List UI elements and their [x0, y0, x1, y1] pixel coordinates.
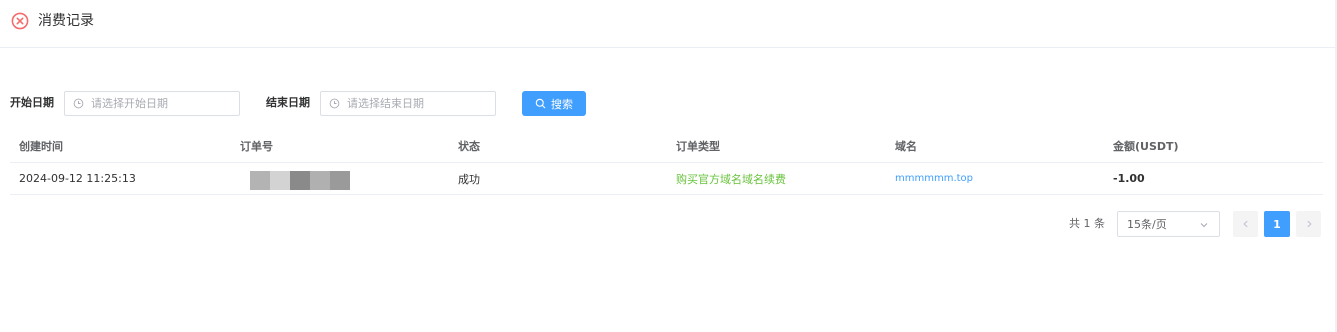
clock-icon [73, 98, 84, 109]
records-table: 创建时间 订单号 状态 订单类型 域名 金额(USDT) 2024-09-12 … [10, 130, 1323, 195]
column-header-order-no[interactable]: 订单号 [240, 130, 273, 162]
page-size-value: 15条/页 [1127, 218, 1167, 231]
domain-link[interactable]: mmmmmm.top [895, 163, 973, 194]
close-circle-icon[interactable] [11, 12, 29, 30]
search-button-label: 搜索 [551, 97, 573, 111]
chevron-right-icon [1306, 220, 1312, 228]
search-button[interactable]: 搜索 [522, 91, 586, 116]
column-header-status[interactable]: 状态 [458, 130, 480, 162]
created-at-cell: 2024-09-12 11:25:13 [19, 172, 136, 185]
table-row: 2024-09-12 11:25:13 成功 购买官方域名域名续费 mmmmmm… [10, 163, 1323, 195]
start-date-label: 开始日期 [10, 96, 54, 109]
status-cell: 成功 [458, 172, 480, 186]
page-number-1[interactable]: 1 [1264, 211, 1290, 237]
column-header-domain[interactable]: 域名 [895, 130, 917, 162]
end-date-picker[interactable] [320, 91, 496, 116]
chevron-left-icon [1242, 220, 1248, 228]
table-header: 创建时间 订单号 状态 订单类型 域名 金额(USDT) [10, 130, 1323, 163]
page-header: 消费记录 [0, 0, 1337, 48]
clock-icon [329, 98, 340, 109]
column-header-amount[interactable]: 金额(USDT) [1113, 130, 1179, 162]
start-date-picker[interactable] [64, 91, 240, 116]
amount-cell: -1.00 [1113, 172, 1145, 185]
column-header-order-type[interactable]: 订单类型 [676, 130, 720, 162]
chevron-down-icon [1200, 223, 1208, 228]
page-title: 消费记录 [38, 13, 94, 29]
column-header-created-at[interactable]: 创建时间 [19, 130, 63, 162]
prev-page-button[interactable] [1233, 211, 1258, 237]
end-date-input[interactable] [347, 97, 487, 110]
start-date-input[interactable] [91, 97, 231, 110]
search-icon [535, 98, 546, 109]
pagination-total: 共 1 条 [1069, 217, 1105, 230]
end-date-label: 结束日期 [266, 96, 310, 109]
order-type-cell: 购买官方域名域名续费 [676, 172, 786, 186]
page-size-select[interactable]: 15条/页 [1117, 211, 1220, 237]
redacted-order-number [250, 167, 360, 194]
next-page-button[interactable] [1296, 211, 1321, 237]
